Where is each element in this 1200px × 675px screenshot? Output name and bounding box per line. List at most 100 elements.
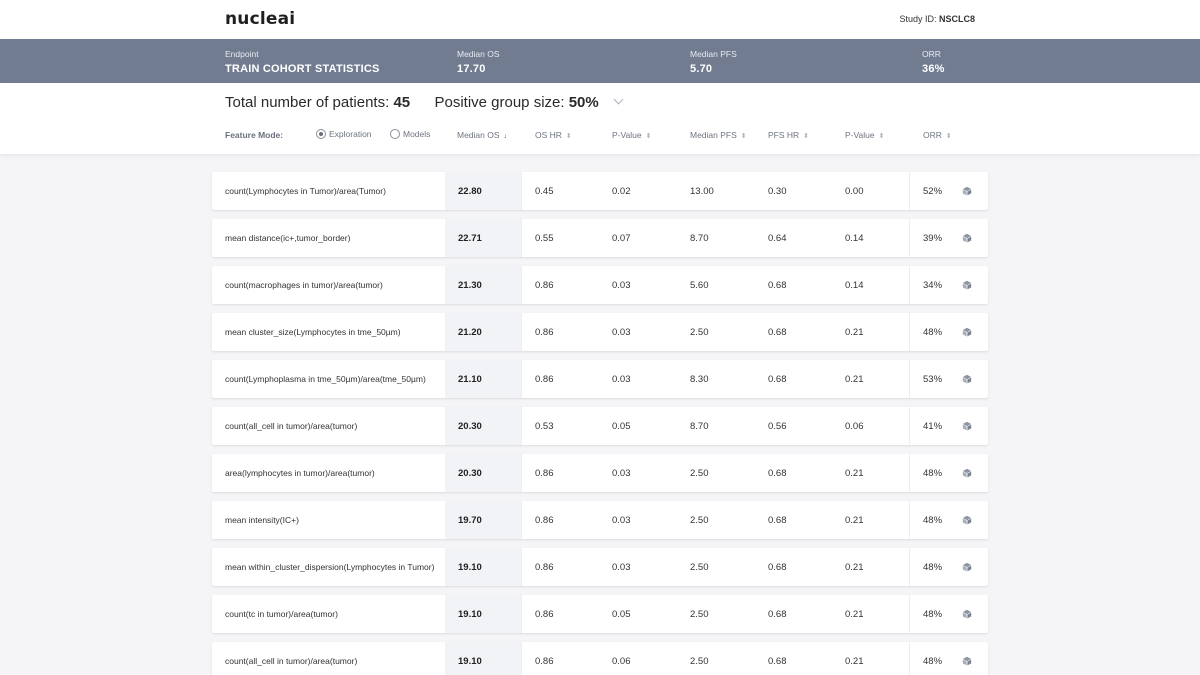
os-hr-cell: 0.53 (535, 420, 554, 432)
radio-selected-icon[interactable] (316, 129, 326, 139)
p-value-os-cell: 0.07 (612, 232, 631, 244)
col-header-pfs-hr[interactable]: PFS HR ⬍ (768, 130, 809, 140)
cube-icon[interactable] (962, 172, 972, 210)
table-row[interactable]: count(all_cell in tumor)/area(tumor) 19.… (212, 642, 988, 675)
table-row[interactable]: count(tc in tumor)/area(tumor) 19.10 0.8… (212, 595, 988, 633)
col-header-p-value-pfs[interactable]: P-Value ⬍ (845, 130, 884, 140)
feature-mode-models-label[interactable]: Models (403, 129, 430, 139)
table-row[interactable]: count(Lymphoplasma in tme_50µm)/area(tme… (212, 360, 988, 398)
os-hr-cell: 0.45 (535, 185, 554, 197)
feature-name: count(Lymphocytes in Tumor)/area(Tumor) (225, 186, 386, 196)
cube-icon[interactable] (962, 454, 972, 492)
radio-unselected-icon[interactable] (390, 129, 400, 139)
cube-icon[interactable] (962, 313, 972, 351)
orr-cell: 52% (923, 185, 943, 197)
cube-icon[interactable] (962, 219, 972, 257)
p-value-pfs-cell: 0.21 (845, 514, 864, 526)
p-value-pfs-cell: 0.21 (845, 326, 864, 338)
orr-cell: 34% (923, 279, 943, 291)
feature-mode-models-radio[interactable]: Models (390, 129, 430, 139)
positive-group-value[interactable]: 50% (569, 94, 599, 111)
study-id-value: NSCLC8 (938, 14, 975, 24)
os-hr-cell: 0.86 (535, 514, 554, 526)
stat-endpoint-label: Endpoint (225, 49, 259, 59)
median-os-cell: 19.10 (445, 548, 521, 586)
median-os-cell: 19.70 (445, 501, 521, 539)
p-value-pfs-cell: 0.21 (845, 608, 864, 620)
chevron-down-icon[interactable] (613, 94, 624, 105)
stat-orr-label: ORR (922, 49, 941, 59)
feature-mode-exploration-label[interactable]: Exploration (329, 129, 372, 139)
table-row[interactable]: mean intensity(IC+) 19.70 0.86 0.03 2.50… (212, 501, 988, 539)
orr-cell: 41% (923, 420, 943, 432)
study-id: Study ID: NSCLC8 (899, 14, 975, 24)
total-patients-label: Total number of patients: (225, 94, 390, 111)
os-hr-cell: 0.55 (535, 232, 554, 244)
pfs-hr-cell: 0.64 (768, 232, 787, 244)
cube-icon[interactable] (962, 501, 972, 539)
stat-median-os-label: Median OS (457, 49, 500, 59)
col-header-median-os[interactable]: Median OS ↓ (457, 130, 507, 140)
positive-group-label: Positive group size: (434, 94, 565, 111)
p-value-pfs-cell: 0.21 (845, 373, 864, 385)
orr-cell: 48% (923, 608, 943, 620)
sort-arrows-icon[interactable]: ⬍ (803, 132, 809, 140)
patient-summary: Total number of patients: 45 Positive gr… (225, 94, 624, 111)
stat-endpoint-value: TRAIN COHORT STATISTICS (225, 63, 380, 75)
cube-icon[interactable] (962, 407, 972, 445)
table-row[interactable]: area(lymphocytes in tumor)/area(tumor) 2… (212, 454, 988, 492)
median-os-cell: 22.71 (445, 219, 521, 257)
p-value-os-cell: 0.06 (612, 655, 631, 667)
col-header-median-pfs[interactable]: Median PFS ⬍ (690, 130, 747, 140)
col-header-median-os-label: Median OS (457, 130, 500, 140)
table-row[interactable]: mean within_cluster_dispersion(Lymphocyt… (212, 548, 988, 586)
median-os-cell: 22.80 (445, 172, 521, 210)
cube-icon[interactable] (962, 548, 972, 586)
median-pfs-cell: 2.50 (690, 608, 709, 620)
median-pfs-cell: 2.50 (690, 514, 709, 526)
orr-cell: 39% (923, 232, 943, 244)
stat-orr: ORR 36% (922, 49, 945, 75)
cube-icon[interactable] (962, 642, 972, 675)
sort-arrows-icon[interactable]: ⬍ (566, 132, 572, 140)
p-value-pfs-cell: 0.14 (845, 279, 864, 291)
median-os-cell: 20.30 (445, 454, 521, 492)
col-header-orr[interactable]: ORR ⬍ (923, 130, 952, 140)
feature-mode-exploration-radio[interactable]: Exploration (316, 129, 372, 139)
feature-name: mean distance(ic+,tumor_border) (225, 233, 351, 243)
feature-name: count(Lymphoplasma in tme_50µm)/area(tme… (225, 374, 426, 384)
table-row[interactable]: count(all_cell in tumor)/area(tumor) 20.… (212, 407, 988, 445)
stat-median-os-value: 17.70 (457, 63, 486, 75)
table-row[interactable]: mean distance(ic+,tumor_border) 22.71 0.… (212, 219, 988, 257)
cube-icon[interactable] (962, 595, 972, 633)
cube-icon[interactable] (962, 360, 972, 398)
p-value-os-cell: 0.03 (612, 326, 631, 338)
os-hr-cell: 0.86 (535, 608, 554, 620)
feature-name: mean within_cluster_dispersion(Lymphocyt… (225, 562, 435, 572)
table-row[interactable]: count(Lymphocytes in Tumor)/area(Tumor) … (212, 172, 988, 210)
p-value-pfs-cell: 0.21 (845, 467, 864, 479)
p-value-os-cell: 0.03 (612, 279, 631, 291)
sort-arrows-icon[interactable]: ⬍ (879, 132, 885, 140)
pfs-hr-cell: 0.30 (768, 185, 787, 197)
col-header-os-hr[interactable]: OS HR ⬍ (535, 130, 572, 140)
median-os-cell: 19.10 (445, 595, 521, 633)
median-pfs-cell: 2.50 (690, 655, 709, 667)
feature-mode-label: Feature Mode: (225, 130, 284, 140)
cube-icon[interactable] (962, 266, 972, 304)
p-value-os-cell: 0.03 (612, 514, 631, 526)
p-value-pfs-cell: 0.00 (845, 185, 864, 197)
app-logo[interactable]: nucleai (225, 9, 295, 29)
sort-arrows-icon[interactable]: ⬍ (741, 132, 747, 140)
sort-arrows-icon[interactable]: ⬍ (646, 132, 652, 140)
pfs-hr-cell: 0.68 (768, 326, 787, 338)
sort-desc-icon[interactable]: ↓ (504, 133, 508, 140)
table-row[interactable]: mean cluster_size(Lymphocytes in tme_50µ… (212, 313, 988, 351)
col-header-p-value-os[interactable]: P-Value ⬍ (612, 130, 651, 140)
pfs-hr-cell: 0.68 (768, 467, 787, 479)
sort-arrows-icon[interactable]: ⬍ (946, 132, 952, 140)
p-value-os-cell: 0.05 (612, 420, 631, 432)
pfs-hr-cell: 0.68 (768, 279, 787, 291)
table-row[interactable]: count(macrophages in tumor)/area(tumor) … (212, 266, 988, 304)
orr-cell: 48% (923, 655, 943, 667)
